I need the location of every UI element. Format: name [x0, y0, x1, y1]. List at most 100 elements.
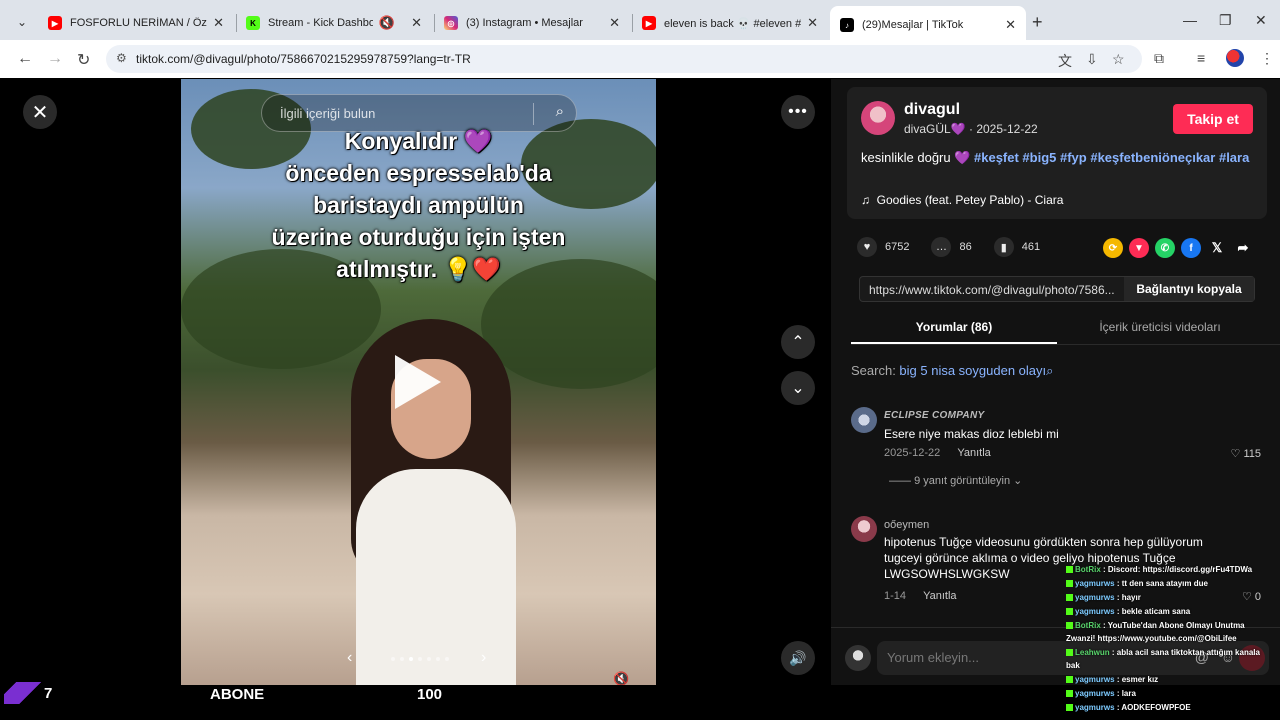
tab-tiktok[interactable]: ♪ (29)Mesajlar | TikTok ✕	[830, 6, 1026, 44]
site-info-icon[interactable]: ⚙	[116, 51, 127, 65]
comment-icon: …	[931, 237, 952, 257]
facebook-icon[interactable]: f	[1181, 238, 1201, 258]
address-bar[interactable]: ⚙ tiktok.com/@divagul/photo/758667021529…	[106, 45, 1142, 73]
carousel-next-icon[interactable]: ›	[481, 649, 486, 667]
reload-icon[interactable]: ↻	[77, 50, 90, 70]
next-post-button[interactable]: ⌄	[781, 371, 815, 405]
muted-icon[interactable]: 🔇	[613, 671, 629, 685]
like-stat[interactable]: ♥ 6752	[857, 237, 909, 257]
post-link[interactable]: https://www.tiktok.com/@divagul/photo/75…	[869, 283, 1115, 297]
install-app-icon[interactable]: ⇩	[1086, 51, 1098, 68]
chat-message: BotRix : YouTube'dan Abone Olmayı Unutma	[1066, 621, 1245, 630]
chat-message: yagmurws : bekle aticam sana	[1066, 607, 1190, 616]
hashtags[interactable]: #keşfet #big5 #fyp #keşfetbeniöneçıkar #…	[974, 150, 1249, 165]
forward-icon[interactable]: →	[47, 50, 63, 68]
save-stat[interactable]: ▮ 461	[993, 237, 1040, 257]
share-arrow-icon[interactable]: ➦	[1233, 238, 1253, 258]
comment-stat[interactable]: … 86	[931, 237, 972, 257]
tab-youtube-fosforlu[interactable]: ▶ FOSFORLU NERİMAN / Özel Ko ✕	[38, 8, 234, 38]
panel-tabs: Yorumlar (86) İçerik üreticisi videoları	[851, 315, 1280, 345]
tab-muted-icon[interactable]: 🔇	[379, 15, 395, 31]
avatar[interactable]	[851, 407, 877, 433]
repost-icon[interactable]: ⟳	[1103, 238, 1123, 258]
maximize-icon[interactable]: ❐	[1219, 12, 1232, 29]
share-icons: ⟳ ▼ ✆ f 𝕏 ➦	[1103, 238, 1253, 258]
reply-button[interactable]: Yanıtla	[957, 447, 990, 459]
bookmark-star-icon[interactable]: ☆	[1112, 51, 1125, 68]
avatar[interactable]	[861, 101, 895, 135]
comment-like[interactable]: ♡ 0	[1242, 590, 1261, 603]
tab-creator-videos[interactable]: İçerik üreticisi videoları	[1057, 320, 1263, 334]
view-replies-button[interactable]: —— 9 yanıt görüntüleyin ⌄	[889, 474, 1022, 487]
youtube-icon: ▶	[642, 16, 656, 30]
search-icon[interactable]: ⌕	[556, 103, 564, 120]
close-viewer-button[interactable]: ✕	[23, 95, 57, 129]
carousel-prev-icon[interactable]: ‹	[347, 649, 352, 667]
tab-comments[interactable]: Yorumlar (86)	[851, 320, 1057, 334]
photo-media[interactable]: İlgili içeriği bulun ⌕ Konyalıdır 💜 önce…	[181, 79, 656, 685]
stream-overlay-count: 7	[44, 685, 53, 702]
tab-search-button[interactable]: ⌄	[10, 10, 34, 34]
username[interactable]: divagul	[904, 101, 960, 119]
close-tab-icon[interactable]: ✕	[807, 15, 818, 31]
search-icon: ⌕	[1046, 363, 1054, 378]
carousel-dots	[391, 657, 449, 661]
new-tab-button[interactable]: +	[1032, 12, 1043, 33]
tab-kick-dashboard[interactable]: K Stream - Kick Dashboard 🔇 ✕	[236, 8, 432, 38]
tab-instagram[interactable]: ◎ (3) Instagram • Mesajlar ✕	[434, 8, 630, 38]
volume-icon[interactable]: 🔊	[781, 641, 815, 675]
browser-toolbar: ← → ↻ ⚙ tiktok.com/@divagul/photo/758667…	[0, 40, 1280, 78]
close-tab-icon[interactable]: ✕	[1005, 17, 1016, 33]
comment-username[interactable]: oőeymen	[884, 519, 929, 531]
close-window-icon[interactable]: ✕	[1255, 12, 1267, 29]
chat-message: yagmurws : lara	[1066, 689, 1136, 698]
menu-kebab-icon[interactable]: ⋮	[1260, 50, 1274, 67]
tab-youtube-eleven[interactable]: ▶ eleven is back 💀 #eleven #stra ✕	[632, 8, 828, 38]
comment-meta: 2025-12-22 Yanıtla	[884, 447, 991, 459]
minimize-icon[interactable]: —	[1183, 12, 1197, 28]
post-info-card: divagul divaGÜL💜 · 2025-12-22 Takip et k…	[847, 87, 1267, 219]
close-tab-icon[interactable]: ✕	[213, 15, 224, 31]
tab-strip: ⌄ ▶ FOSFORLU NERİMAN / Özel Ko ✕ K Strea…	[0, 0, 1280, 44]
media-controls-icon[interactable]: ≡	[1197, 50, 1205, 66]
profile-avatar[interactable]	[1226, 49, 1244, 67]
stream-overlay-logo	[4, 682, 44, 704]
close-tab-icon[interactable]: ✕	[609, 15, 620, 31]
photo-overlay-text: Konyalıdır 💜 önceden espresselab'da bari…	[271, 128, 566, 282]
comment-meta: 1-14 Yanıtla	[884, 590, 957, 602]
extensions-icon[interactable]: ⧉	[1154, 50, 1164, 67]
previous-post-button[interactable]: ⌃	[781, 325, 815, 359]
x-icon[interactable]: 𝕏	[1207, 238, 1227, 258]
chat-message: BotRix : Discord: https://discord.gg/rFu…	[1066, 565, 1252, 574]
kick-badge-icon	[1066, 690, 1073, 698]
whatsapp-icon[interactable]: ✆	[1155, 238, 1175, 258]
reply-button[interactable]: Yanıtla	[923, 590, 956, 602]
nickname-date: divaGÜL💜 · 2025-12-22	[904, 122, 1038, 136]
youtube-icon: ▶	[48, 16, 62, 30]
back-icon[interactable]: ←	[17, 50, 33, 68]
search-suggestion[interactable]: Search: big 5 nisa soyguden olayı⌕	[851, 363, 1053, 379]
kick-badge-icon	[1066, 649, 1073, 657]
kick-badge-icon	[1066, 594, 1073, 602]
avatar[interactable]	[851, 516, 877, 542]
send-to-friends-icon[interactable]: ▼	[1129, 238, 1149, 258]
tiktok-icon: ♪	[840, 18, 854, 32]
kick-icon: K	[246, 16, 260, 30]
copy-link-button[interactable]: Bağlantıyı kopyala	[1124, 277, 1254, 301]
chat-message: yagmurws : AODKEFOWPFOE	[1066, 703, 1191, 712]
post-link-box: https://www.tiktok.com/@divagul/photo/75…	[859, 276, 1255, 302]
post-details-panel: divagul divaGÜL💜 · 2025-12-22 Takip et k…	[831, 79, 1280, 685]
tiktok-photo-viewer: ✕ İlgili içeriği bulun ⌕ Konyalıdır 💜 ön…	[0, 79, 1280, 720]
avatar	[845, 645, 871, 671]
play-icon[interactable]	[395, 355, 441, 409]
more-options-button[interactable]: •••	[781, 95, 815, 129]
comment-username[interactable]: ECLIPSE COMPANY	[884, 410, 984, 421]
chat-message: yagmurws : tt den sana atayım due	[1066, 579, 1208, 588]
chat-message: Zwanzi! https://www.youtube.com/@ObiLife…	[1066, 634, 1237, 643]
comment-like[interactable]: ♡ 115	[1231, 447, 1261, 460]
heart-icon: ♥	[857, 237, 877, 257]
follow-button[interactable]: Takip et	[1173, 104, 1253, 134]
translate-icon[interactable]: 文	[1058, 51, 1072, 71]
music-link[interactable]: ♫ Goodies (feat. Petey Pablo) - Ciara	[861, 193, 1063, 207]
close-tab-icon[interactable]: ✕	[411, 15, 422, 31]
